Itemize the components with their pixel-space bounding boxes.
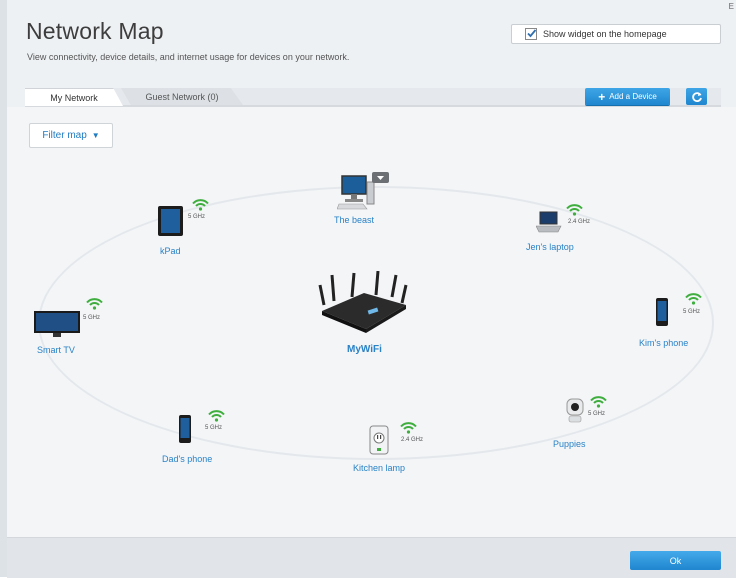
device-name[interactable]: Kitchen lamp bbox=[353, 463, 405, 473]
device-name[interactable]: The beast bbox=[334, 215, 374, 225]
device-band: 5 GHz bbox=[83, 315, 101, 321]
filter-map-label: Filter map bbox=[42, 130, 87, 141]
tab-my-network[interactable]: My Network bbox=[25, 88, 123, 106]
network-map-app: E Network Map View connectivity, device … bbox=[0, 0, 736, 578]
device-name[interactable]: kPad bbox=[160, 246, 181, 256]
device-band: 5 GHz bbox=[683, 309, 701, 315]
device-name[interactable]: Jen's laptop bbox=[526, 242, 574, 252]
device-band: 2.4 GHz bbox=[568, 219, 591, 225]
device-band: 5 GHz bbox=[205, 425, 223, 431]
filter-map-button[interactable]: Filter map ▼ bbox=[29, 123, 113, 148]
wifi-icon bbox=[685, 293, 702, 305]
checkmark-icon bbox=[527, 29, 537, 38]
device-name[interactable]: Smart TV bbox=[37, 345, 75, 355]
wifi-icon bbox=[590, 396, 607, 408]
laptop-icon[interactable] bbox=[536, 211, 562, 233]
device-name[interactable]: Puppies bbox=[553, 439, 586, 449]
wifi-icon bbox=[208, 410, 225, 422]
tab-guest-network[interactable]: Guest Network (0) bbox=[121, 88, 243, 105]
tablet-icon[interactable] bbox=[157, 205, 185, 237]
router-name[interactable]: MyWiFi bbox=[347, 344, 382, 355]
camera-icon[interactable] bbox=[565, 398, 585, 424]
plus-icon: + bbox=[598, 89, 606, 104]
caret-down-icon: ▼ bbox=[91, 131, 100, 140]
router-icon[interactable] bbox=[318, 271, 408, 333]
desktop-icon[interactable] bbox=[337, 172, 391, 212]
tv-icon[interactable] bbox=[33, 310, 81, 338]
smart-plug-icon[interactable] bbox=[369, 425, 389, 455]
device-band: 5 GHz bbox=[588, 411, 606, 417]
ok-button[interactable]: Ok bbox=[630, 551, 721, 570]
add-device-button[interactable]: + Add a Device bbox=[585, 88, 670, 105]
footer-bar bbox=[7, 537, 736, 578]
refresh-icon bbox=[691, 91, 702, 102]
device-band: 5 GHz bbox=[188, 214, 206, 220]
device-name[interactable]: Kim's phone bbox=[639, 338, 688, 348]
show-widget-checkbox[interactable] bbox=[525, 28, 537, 40]
phone-icon[interactable] bbox=[178, 414, 192, 444]
show-widget-option[interactable]: Show widget on the homepage bbox=[511, 24, 721, 44]
wifi-icon bbox=[86, 298, 103, 310]
left-strip bbox=[0, 0, 7, 577]
corner-mark: E bbox=[728, 2, 734, 11]
add-device-label: Add a Device bbox=[609, 92, 657, 101]
page-description: View connectivity, device details, and i… bbox=[27, 52, 350, 62]
wifi-icon bbox=[192, 199, 209, 211]
device-band: 2.4 GHz bbox=[401, 437, 424, 443]
phone-icon[interactable] bbox=[655, 297, 669, 327]
page-title: Network Map bbox=[26, 18, 164, 44]
wifi-icon bbox=[566, 204, 583, 216]
device-name[interactable]: Dad's phone bbox=[162, 454, 212, 464]
show-widget-label: Show widget on the homepage bbox=[543, 29, 667, 39]
wifi-icon bbox=[400, 422, 417, 434]
refresh-button[interactable] bbox=[686, 88, 707, 105]
